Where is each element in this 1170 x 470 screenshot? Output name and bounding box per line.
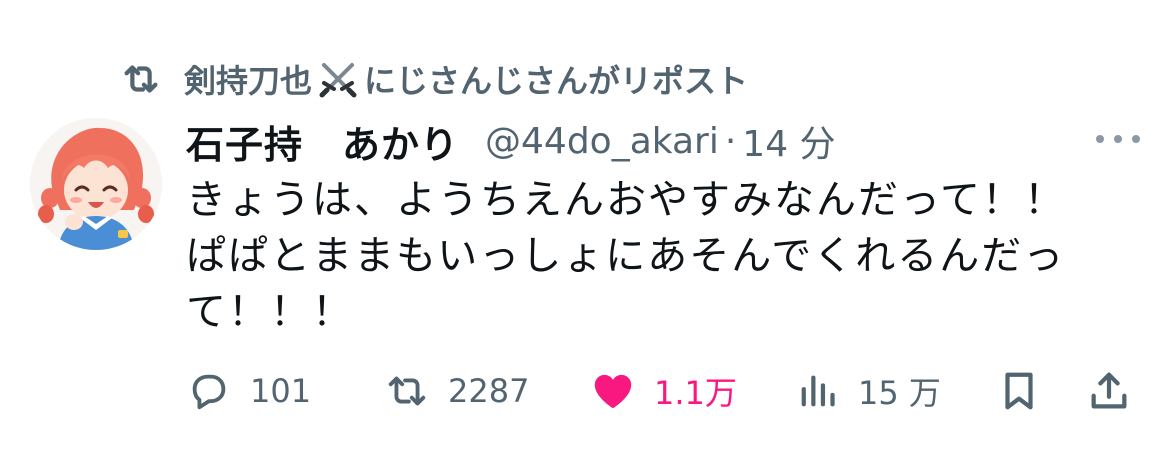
bookmark-button[interactable] (996, 362, 1042, 420)
reply-button[interactable]: 101 (186, 362, 311, 420)
repost-context[interactable]: 剣持刀也 にじさんじさんがリポスト (118, 56, 748, 102)
share-button[interactable] (1086, 362, 1132, 420)
separator-dot: · (724, 120, 737, 162)
tweet-text: きょうは、ようちえんおやすみなんだって！！ ぱぱとままもいっしょにあそんでくれる… (186, 172, 1086, 340)
share-icon (1086, 368, 1132, 414)
repost-button[interactable]: 2287 (384, 362, 529, 420)
tweet-text-line: きょうは、ようちえんおやすみなんだって！！ (186, 177, 1066, 223)
tweet-text-line: て！！！ (186, 289, 354, 335)
reposter-name[interactable]: 剣持刀也 (184, 56, 312, 102)
like-count: 1.1万 (654, 374, 737, 412)
views-count: 15 万 (858, 374, 941, 412)
tweet-text-line: ぱぱとままもいっしょにあそんでくれるんだっ (186, 233, 1066, 279)
repost-icon (384, 368, 430, 414)
tweet[interactable]: 剣持刀也 にじさんじさんがリポスト 石子持 あかり @44do_akari · … (0, 0, 1170, 470)
tweet-header: 石子持 あかり @44do_akari · 14 分 (186, 114, 836, 168)
heart-icon (590, 368, 636, 414)
repost-suffix: にじさんじさんがリポスト (364, 62, 749, 100)
views-button[interactable]: 15 万 (794, 362, 941, 420)
bookmark-icon (996, 368, 1042, 414)
more-icon[interactable] (1096, 126, 1140, 152)
views-icon (794, 368, 840, 414)
like-button[interactable]: 1.1万 (590, 362, 737, 420)
action-bar: 101 2287 1.1万 15 万 (186, 362, 1146, 420)
repost-icon (118, 56, 164, 102)
avatar[interactable] (30, 118, 162, 250)
reply-count: 101 (250, 372, 312, 410)
repost-count: 2287 (448, 372, 530, 410)
crossed-swords-icon (316, 57, 360, 101)
reply-icon (186, 368, 232, 414)
timestamp[interactable]: 14 分 (742, 115, 835, 167)
display-name[interactable]: 石子持 あかり (186, 114, 459, 169)
user-handle[interactable]: @44do_akari (485, 121, 719, 162)
